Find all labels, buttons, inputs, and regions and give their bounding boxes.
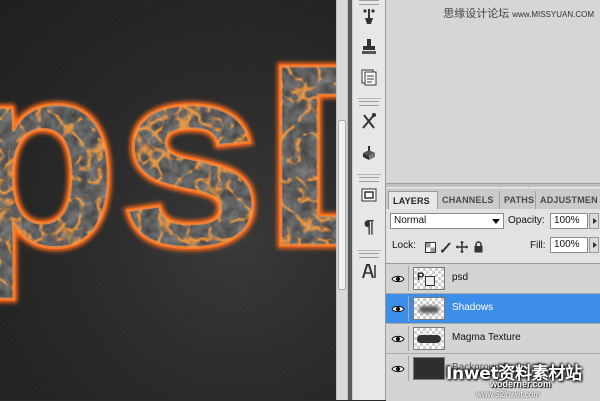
panel-tabs: LAYERS CHANNELS PATHS ADJUSTMEN [386, 189, 600, 210]
document-canvas[interactable]: psD psD psD psD [0, 0, 336, 400]
panel-icon-dock: ¶ [352, 0, 386, 400]
paragraph-icon[interactable]: ¶ [358, 216, 380, 238]
layer-thumbnail [413, 357, 445, 380]
letter-lava-cracks: psD [0, 11, 336, 302]
blend-mode-select[interactable]: Normal [390, 213, 504, 229]
opacity-slider-button[interactable] [589, 213, 599, 229]
panel-divider[interactable] [386, 183, 600, 188]
opacity-field[interactable]: 100% [550, 213, 588, 229]
blend-mode-value: Normal [394, 215, 427, 226]
layer-row-psd[interactable]: P psd [386, 264, 600, 294]
layer-name: Magma Texture [452, 332, 521, 343]
lock-pixels-icon[interactable] [440, 241, 452, 253]
layer-thumbnail [413, 297, 445, 320]
layer-options-bar: Normal Opacity: 100% Lock: Fill: 100% [386, 209, 600, 263]
tab-paths[interactable]: PATHS [500, 191, 536, 209]
brand-watermark-url: www.52inwet.com [476, 390, 541, 399]
fill-label: Fill: [530, 240, 546, 251]
fill-field[interactable]: 100% [550, 237, 588, 253]
lock-transparency-icon[interactable] [424, 241, 436, 253]
lock-label: Lock: [392, 240, 416, 251]
brush-preset-icon[interactable] [358, 6, 380, 28]
canvas-vertical-scrollbar[interactable] [336, 0, 348, 400]
layer-row-magma-texture[interactable]: Magma Texture [386, 324, 600, 354]
visibility-eye-icon[interactable] [388, 266, 409, 291]
scrollbar-thumb[interactable] [338, 120, 346, 290]
character-icon[interactable] [358, 260, 380, 282]
layer-name: Shadows [452, 302, 494, 313]
layer-row-shadows[interactable]: Shadows [386, 294, 600, 324]
tab-layers[interactable]: LAYERS [388, 191, 438, 209]
dock-grip-4[interactable] [359, 253, 379, 258]
visibility-eye-icon[interactable] [388, 326, 409, 351]
tab-channels[interactable]: CHANNELS [438, 191, 500, 209]
site-watermark: 思缘设计论坛 www.MISSYUAN.COM [443, 5, 594, 21]
tool-presets-icon[interactable] [358, 110, 380, 132]
brand-watermark-sub: woderner.com [490, 379, 552, 389]
visibility-eye-icon[interactable] [388, 356, 409, 381]
history-icon[interactable] [358, 66, 380, 88]
lava-text-artwork: psD psD psD psD [0, 8, 336, 306]
opacity-label: Opacity: [508, 215, 545, 226]
layer-thumbnail [413, 327, 445, 350]
3d-icon[interactable] [358, 142, 380, 164]
watermark-site: www.MISSYUAN.COM [512, 10, 594, 19]
dock-grip-3[interactable] [359, 177, 379, 182]
tab-adjustments[interactable]: ADJUSTMEN [536, 191, 600, 209]
layers-panel-area: 思缘设计论坛 www.MISSYUAN.COM LAYERS CHANNELS P… [386, 0, 600, 401]
dock-grip-2[interactable] [359, 101, 379, 106]
lock-position-icon[interactable] [456, 241, 468, 253]
chevron-down-icon [492, 219, 500, 224]
navigator-icon[interactable] [358, 185, 380, 207]
watermark-cn: 思缘设计论坛 [443, 7, 510, 20]
layer-thumbnail-smart-object: P [413, 267, 445, 290]
layer-name: psd [452, 272, 469, 283]
clone-source-icon[interactable] [358, 36, 380, 58]
visibility-eye-icon[interactable] [388, 296, 409, 321]
fill-slider-button[interactable] [589, 237, 599, 253]
dock-grip[interactable] [359, 0, 379, 5]
lock-all-icon[interactable] [472, 241, 484, 253]
